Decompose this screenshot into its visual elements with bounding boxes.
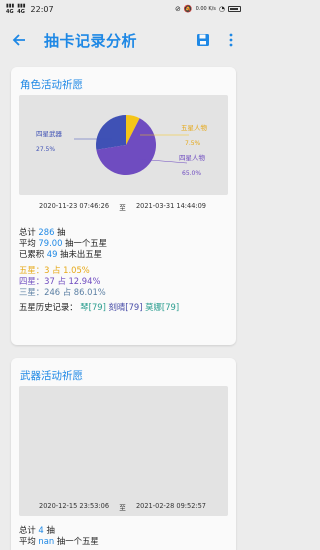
date-separator: 至 (119, 204, 126, 212)
date-range: 2020-11-23 07:46:26 至 2021-03-31 14:44:0… (19, 202, 228, 212)
net-speed: 0.00 K/s (195, 6, 216, 12)
app-bar: 抽卡记录分析 (0, 18, 247, 62)
stats-block: 总计 4 抽 平均 nan 抽一个五星 (19, 525, 99, 547)
page-title: 抽卡记录分析 (44, 31, 138, 50)
date-separator: 至 (119, 504, 126, 512)
label-four-star-character: 四星人物 (179, 153, 206, 162)
total-row: 总计 286 抽 (19, 227, 66, 237)
history-item: 琴[79] (80, 302, 106, 313)
mute-icon: 🔕 (183, 5, 193, 13)
date-start: 2020-12-15 23:53:06 (39, 502, 110, 510)
average-count: 79.00 (38, 238, 63, 249)
label-four-star-weapon: 四星武器 (36, 129, 63, 138)
save-icon[interactable] (195, 32, 211, 48)
date-end: 2021-03-31 14:44:09 (135, 202, 206, 210)
accumulated-row: 已累积 49 抽未出五星 (19, 249, 103, 260)
signal-group: ▮▮▮ 4G ▮▮▮ 4G 22:07 (6, 3, 54, 15)
average-row: 平均 nan 抽一个五星 (19, 536, 99, 547)
average-row: 平均 79.00 抽一个五星 (19, 238, 107, 249)
pie-chart-panel: 四星武器 27.5% 五星人物 7.5% 四星人物 65.0% (19, 95, 228, 195)
status-time: 22:07 (30, 4, 54, 14)
card-title: 武器活动祈愿 (20, 370, 83, 382)
value-five-star-character: 7.5% (185, 140, 201, 147)
signal-icon-1: ▮▮▮ 4G (6, 3, 15, 15)
character-wish-card: 角色活动祈愿 四星武器 27.5% 五星人物 7.5% 四星人物 65.0% 2… (11, 67, 236, 345)
weapon-wish-card: 武器活动祈愿 2020-12-15 23:53:06 至 2021-02-28 … (11, 358, 236, 550)
slice-four-star-weapon (96, 115, 126, 150)
three-star-stat: 三星：246 占 86.01% (19, 287, 106, 298)
accumulated-count: 49 (46, 249, 58, 260)
wifi-icon: ◔ (218, 5, 225, 13)
status-right: ⊘ 🔕 0.00 K/s ◔ (175, 5, 241, 13)
four-star-stat: 四星：37 占 12.94% (19, 275, 101, 286)
total-row: 总计 4 抽 (19, 525, 55, 535)
five-star-stat: 五星：3 占 1.05% (19, 264, 90, 275)
date-start: 2020-11-23 07:46:26 (39, 202, 110, 210)
more-options-icon[interactable] (223, 32, 239, 48)
status-bar: ▮▮▮ 4G ▮▮▮ 4G 22:07 ⊘ 🔕 0.00 K/s ◔ (0, 0, 247, 18)
total-count: 4 (38, 525, 44, 535)
label-five-star-character: 五星人物 (181, 123, 208, 132)
date-range: 2020-12-15 23:53:06 至 2021-02-28 09:52:5… (19, 502, 228, 512)
do-not-disturb-icon: ⊘ (175, 5, 181, 13)
date-end: 2021-02-28 09:52:57 (135, 502, 206, 510)
history-item: 莫娜[79] (145, 302, 180, 313)
history-item: 刻晴[79] (108, 302, 143, 313)
value-four-star-weapon: 27.5% (36, 146, 55, 153)
pie-chart: 四星武器 27.5% 五星人物 7.5% 四星人物 65.0% (36, 115, 208, 177)
back-arrow-icon[interactable] (8, 29, 30, 51)
total-count: 286 (38, 227, 55, 237)
signal-icon-2: ▮▮▮ 4G (17, 3, 26, 15)
empty-chart-panel (19, 386, 228, 516)
card-title: 角色活动祈愿 (20, 79, 83, 91)
average-count: nan (38, 536, 55, 547)
battery-icon (228, 6, 241, 12)
value-four-star-character: 65.0% (182, 170, 201, 177)
five-star-history-row: 五星历史记录： 琴[79] 刻晴[79] 莫娜[79] (19, 302, 180, 313)
app-actions (195, 32, 239, 48)
stats-block: 总计 286 抽 平均 79.00 抽一个五星 已累积 49 抽未出五星 五星：… (19, 227, 179, 313)
